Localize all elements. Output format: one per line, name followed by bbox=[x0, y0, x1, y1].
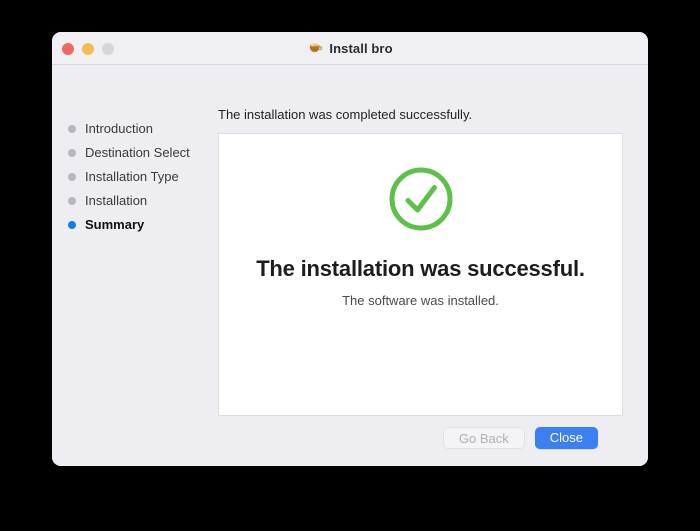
window-body: Introduction Destination Select Installa… bbox=[52, 65, 648, 466]
close-button[interactable]: Close bbox=[534, 427, 598, 449]
success-heading: The installation was successful. bbox=[256, 256, 585, 281]
sidebar-item-label: Installation Type bbox=[85, 169, 179, 184]
installer-main: The installation was completed successfu… bbox=[218, 65, 648, 466]
zoom-window-button[interactable] bbox=[102, 42, 114, 55]
sidebar-item-installation-type[interactable]: Installation Type bbox=[68, 165, 218, 188]
window-title-block: Install bro bbox=[52, 32, 648, 65]
go-back-button[interactable]: Go Back bbox=[442, 427, 525, 449]
sidebar-item-label: Introduction bbox=[85, 121, 153, 136]
success-subheading: The software was installed. bbox=[342, 293, 499, 308]
beer-mug-icon bbox=[309, 43, 323, 53]
installer-content-panel: The installation was successful. The sof… bbox=[218, 133, 623, 416]
installer-step-sidebar: Introduction Destination Select Installa… bbox=[52, 65, 218, 466]
check-circle-icon bbox=[389, 167, 452, 231]
close-window-button[interactable] bbox=[62, 42, 74, 55]
sidebar-item-label: Installation bbox=[85, 193, 148, 208]
page-title: The installation was completed successfu… bbox=[218, 107, 473, 122]
window-titlebar: Install bro bbox=[52, 32, 648, 65]
sidebar-item-label: Destination Select bbox=[85, 145, 190, 160]
window-title: Install bro bbox=[329, 40, 393, 56]
installer-window: Install bro Introduction Destination Sel… bbox=[52, 32, 648, 466]
step-dot-icon bbox=[68, 148, 76, 157]
step-dot-icon bbox=[68, 124, 76, 133]
step-dot-icon bbox=[68, 220, 76, 229]
sidebar-item-label: Summary bbox=[85, 217, 145, 232]
desktop-backdrop: Install bro Introduction Destination Sel… bbox=[0, 0, 700, 531]
installer-footer: Go Back Close bbox=[218, 416, 623, 466]
traffic-light-group bbox=[62, 32, 114, 65]
step-dot-icon bbox=[68, 196, 76, 205]
sidebar-item-introduction[interactable]: Introduction bbox=[68, 117, 218, 140]
minimize-window-button[interactable] bbox=[82, 42, 94, 55]
sidebar-item-summary[interactable]: Summary bbox=[68, 213, 218, 236]
step-dot-icon bbox=[68, 172, 76, 181]
sidebar-item-installation[interactable]: Installation bbox=[68, 189, 218, 212]
sidebar-item-destination-select[interactable]: Destination Select bbox=[68, 141, 218, 164]
